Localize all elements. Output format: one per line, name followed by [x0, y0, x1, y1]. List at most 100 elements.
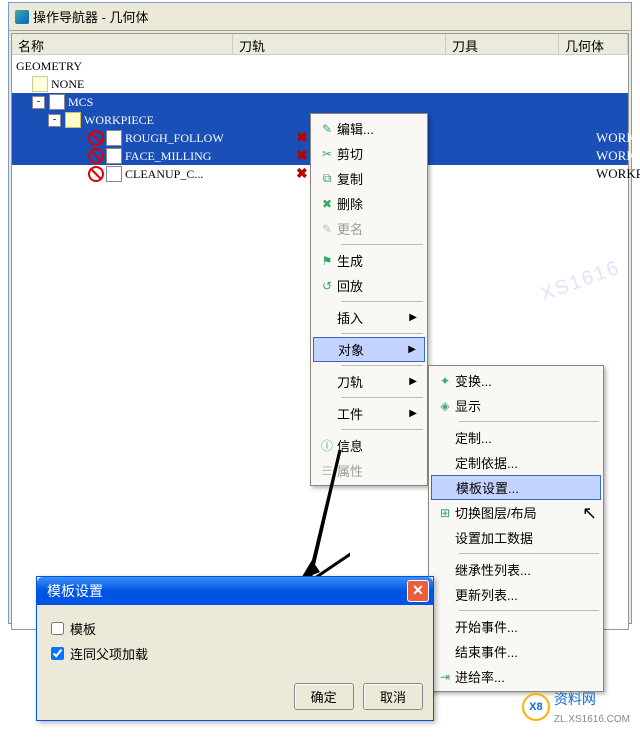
traj-x-icon: ✖ — [296, 149, 308, 164]
menu-toolpath[interactable]: 刀轨▶ — [313, 369, 425, 394]
delete-icon: ✖ — [317, 197, 337, 211]
dialog-body: 模板 连同父项加载 — [37, 605, 433, 677]
transform-icon: ✦ — [435, 374, 455, 388]
menu-separator — [459, 421, 599, 422]
dialog-titlebar[interactable]: 模板设置 ✕ — [37, 577, 433, 605]
menu-separator — [459, 610, 599, 611]
op-geom: WORKPIECE — [596, 129, 640, 147]
forbidden-icon — [88, 148, 104, 164]
op-icon — [106, 148, 122, 164]
workpiece-icon — [65, 112, 81, 128]
col-toolpath[interactable]: 刀轨 — [233, 34, 446, 54]
edit-icon: ✎ — [317, 122, 337, 136]
geometry-label: GEOMETRY — [16, 57, 82, 75]
menu-separator — [341, 397, 423, 398]
checkbox-load-input[interactable] — [51, 647, 64, 660]
mcs-icon — [49, 94, 65, 110]
checkbox-template-input[interactable] — [51, 622, 64, 635]
menu-info[interactable]: ⓘ信息 — [313, 433, 425, 458]
watermark: X8 资料网 ZL.XS1616.COM — [522, 689, 630, 725]
menu-properties: ☰属性 — [313, 458, 425, 483]
feedrate-icon: ⇥ — [435, 670, 455, 684]
menu-insert[interactable]: 插入▶ — [313, 305, 425, 330]
menu-generate[interactable]: ⚑生成 — [313, 248, 425, 273]
submenu-switch-layer[interactable]: ⊞切换图层/布局 — [431, 500, 601, 525]
op-label: CLEANUP_C... — [125, 165, 203, 183]
tree-row-mcs[interactable]: - MCS — [12, 93, 628, 111]
close-button[interactable]: ✕ — [407, 580, 429, 602]
op-geom: WORKPIECE — [596, 165, 640, 183]
tree-row-geometry[interactable]: GEOMETRY — [12, 57, 628, 75]
none-label: NONE — [51, 75, 84, 93]
submenu-display[interactable]: ◈显示 — [431, 393, 601, 418]
menu-separator — [341, 244, 423, 245]
app-logo-icon — [15, 10, 29, 24]
op-label: FACE_MILLING — [125, 147, 211, 165]
menu-separator — [341, 429, 423, 430]
collapse-icon[interactable]: - — [48, 114, 61, 127]
watermark-logo-icon: X8 — [522, 693, 550, 721]
ok-button[interactable]: 确定 — [294, 683, 354, 710]
generate-icon: ⚑ — [317, 254, 337, 268]
submenu-customize-based[interactable]: 定制依据... — [431, 450, 601, 475]
menu-separator — [341, 333, 423, 334]
replay-icon: ↺ — [317, 279, 337, 293]
traj-x-icon: ✖ — [296, 167, 308, 182]
menu-separator — [341, 301, 423, 302]
submenu-arrow-icon: ▶ — [409, 312, 417, 323]
mcs-label: MCS — [68, 93, 93, 111]
menu-edit[interactable]: ✎编辑... — [313, 116, 425, 141]
template-settings-dialog: 模板设置 ✕ 模板 连同父项加载 确定 取消 — [36, 576, 434, 721]
menu-object[interactable]: 对象▶ — [313, 337, 425, 362]
cancel-button[interactable]: 取消 — [363, 683, 423, 710]
dialog-title: 模板设置 — [47, 581, 103, 601]
none-icon — [32, 76, 48, 92]
cut-icon: ✂ — [317, 147, 337, 161]
menu-separator — [341, 365, 423, 366]
submenu-inherit-list[interactable]: 继承性列表... — [431, 557, 601, 582]
op-geom: WORKPIECE — [596, 147, 640, 165]
menu-delete[interactable]: ✖删除 — [313, 191, 425, 216]
submenu-feedrate[interactable]: ⇥进给率... — [431, 664, 601, 689]
watermark-site: 资料网 — [554, 691, 596, 707]
traj-x-icon: ✖ — [296, 131, 308, 146]
checkbox-load-with-parent[interactable]: 连同父项加载 — [47, 644, 423, 663]
column-headers: 名称 刀轨 刀具 几何体 — [12, 34, 628, 55]
submenu-start-event[interactable]: 开始事件... — [431, 614, 601, 639]
menu-copy[interactable]: ⧉复制 — [313, 166, 425, 191]
col-geometry[interactable]: 几何体 — [559, 34, 628, 54]
window-titlebar: 操作导航器 - 几何体 — [9, 3, 631, 31]
rename-icon: ✎ — [317, 222, 337, 236]
context-menu: ✎编辑... ✂剪切 ⧉复制 ✖删除 ✎更名 ⚑生成 ↺回放 插入▶ 对象▶ 刀… — [310, 113, 428, 486]
submenu-update-list[interactable]: 更新列表... — [431, 582, 601, 607]
forbidden-icon — [88, 130, 104, 146]
menu-cut[interactable]: ✂剪切 — [313, 141, 425, 166]
collapse-icon[interactable]: - — [32, 96, 45, 109]
col-name[interactable]: 名称 — [12, 34, 233, 54]
tree-row-none[interactable]: NONE — [12, 75, 628, 93]
op-icon — [106, 130, 122, 146]
submenu-set-machining[interactable]: 设置加工数据 — [431, 525, 601, 550]
submenu-arrow-icon: ▶ — [409, 376, 417, 387]
menu-rename: ✎更名 — [313, 216, 425, 241]
col-tool[interactable]: 刀具 — [446, 34, 559, 54]
menu-replay[interactable]: ↺回放 — [313, 273, 425, 298]
copy-icon: ⧉ — [317, 171, 337, 186]
menu-separator — [459, 553, 599, 554]
submenu-end-event[interactable]: 结束事件... — [431, 639, 601, 664]
submenu-arrow-icon: ▶ — [409, 408, 417, 419]
submenu-transform[interactable]: ✦变换... — [431, 368, 601, 393]
forbidden-icon — [88, 166, 104, 182]
checkbox-template[interactable]: 模板 — [47, 619, 423, 638]
submenu-template-settings[interactable]: 模板设置... — [431, 475, 601, 500]
submenu-arrow-icon: ▶ — [408, 344, 416, 355]
props-icon: ☰ — [317, 464, 337, 478]
layer-icon: ⊞ — [435, 506, 455, 520]
context-submenu-object: ✦变换... ◈显示 定制... 定制依据... 模板设置... ⊞切换图层/布… — [428, 365, 604, 692]
info-icon: ⓘ — [317, 437, 337, 454]
workpiece-label: WORKPIECE — [84, 111, 154, 129]
submenu-customize[interactable]: 定制... — [431, 425, 601, 450]
op-icon — [106, 166, 122, 182]
display-icon: ◈ — [435, 399, 455, 413]
menu-workpiece[interactable]: 工件▶ — [313, 401, 425, 426]
